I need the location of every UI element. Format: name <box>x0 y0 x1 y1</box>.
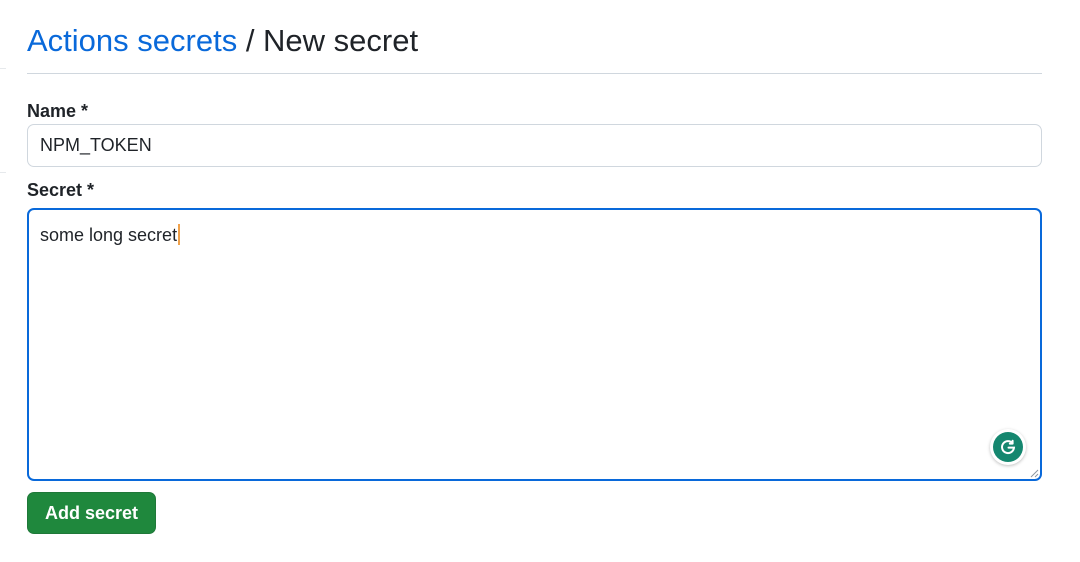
breadcrumb-actions-secrets-link[interactable]: Actions secrets <box>27 23 237 58</box>
name-input[interactable] <box>27 124 1042 167</box>
secret-label: Secret * <box>27 180 95 200</box>
edge-divider <box>0 172 6 173</box>
name-label: Name * <box>27 101 89 121</box>
grammarly-badge <box>993 432 1023 462</box>
add-secret-button[interactable]: Add secret <box>27 492 156 534</box>
grammarly-g-glyph <box>1001 439 1016 455</box>
breadcrumb: Actions secrets / New secret <box>27 22 1042 60</box>
secret-value: some long secret <box>40 225 178 245</box>
page-header: Actions secrets / New secret <box>27 22 1042 74</box>
resize-handle-icon[interactable] <box>1029 468 1039 478</box>
new-secret-page: Actions secrets / New secret Name * Secr… <box>0 0 1080 562</box>
grammarly-icon[interactable] <box>990 429 1026 465</box>
text-caret <box>178 224 181 245</box>
edge-divider <box>0 68 6 69</box>
secret-textarea[interactable]: some long secret <box>27 208 1042 481</box>
secret-textarea-content: some long secret <box>40 224 181 246</box>
breadcrumb-separator: / <box>237 23 264 58</box>
page-title: New secret <box>263 23 419 58</box>
